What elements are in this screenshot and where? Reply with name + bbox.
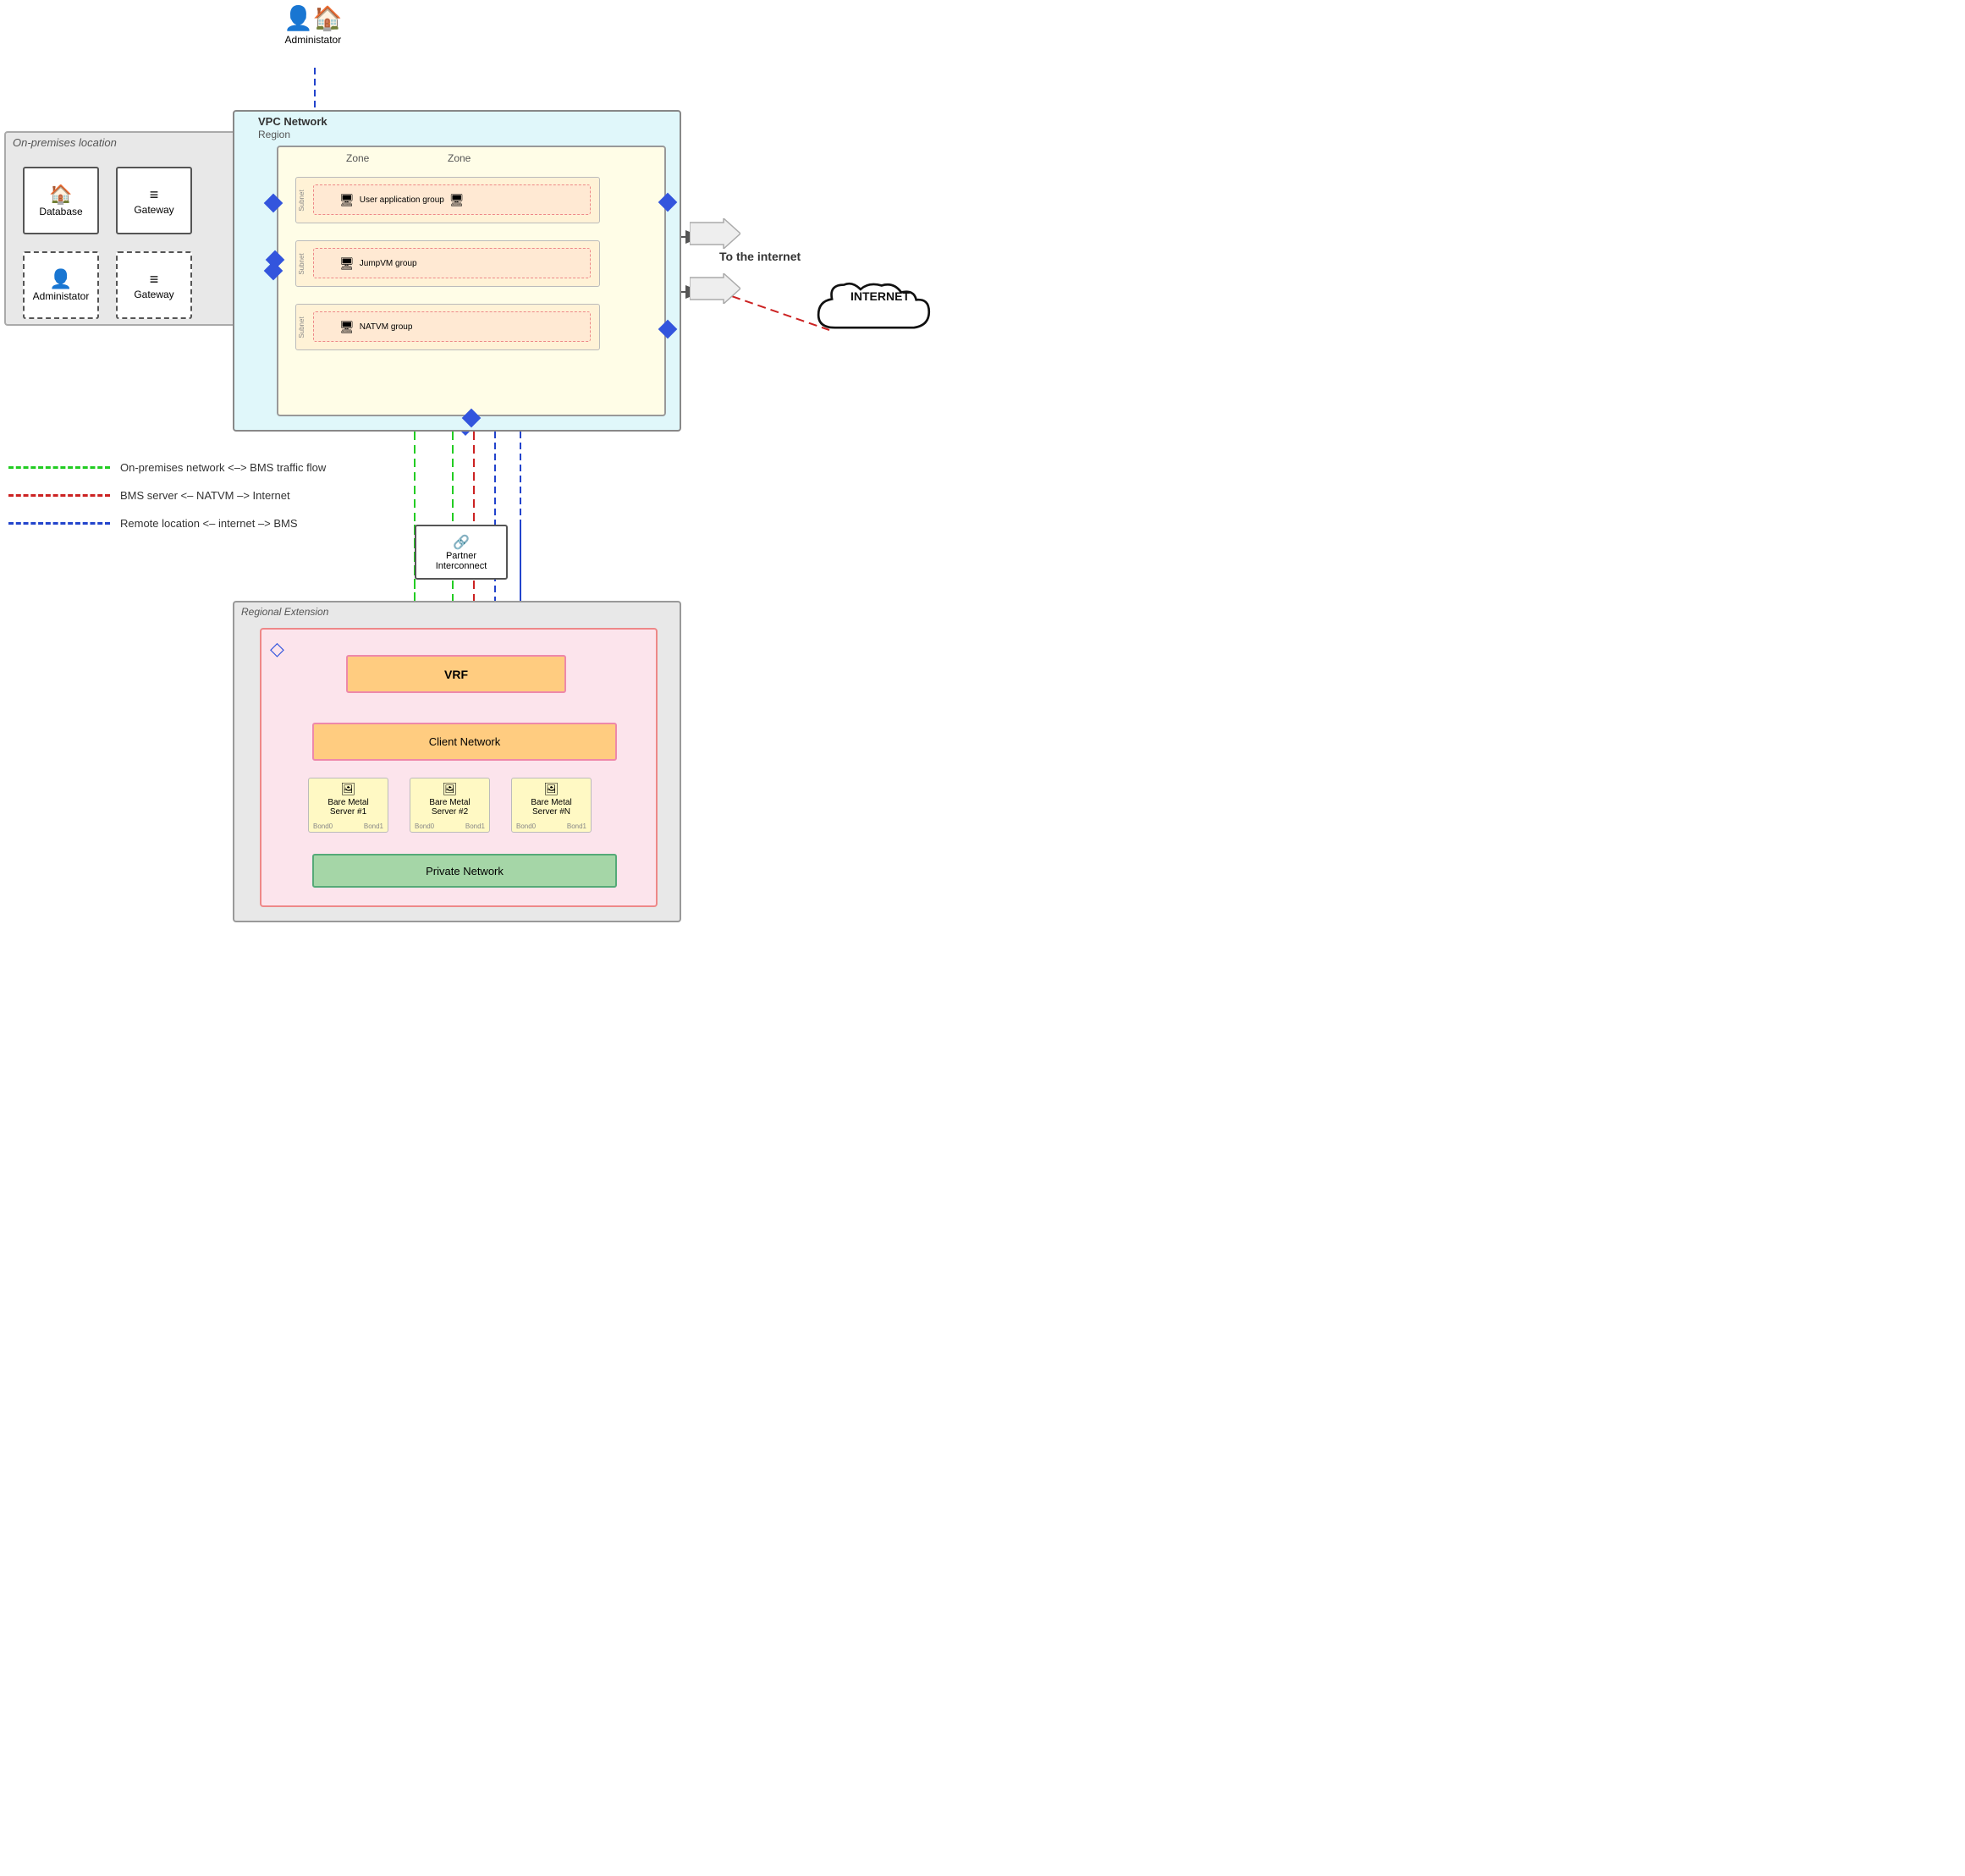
legend-green-line xyxy=(8,466,110,469)
bms2-label: Bare MetalServer #2 xyxy=(414,798,486,817)
bms2-bond1: Bond1 xyxy=(465,822,485,830)
vpc-label: VPC Network xyxy=(258,115,328,128)
legend-red-item: BMS server <– NATVM –> Internet xyxy=(8,489,326,502)
vrf-label: VRF xyxy=(444,668,468,681)
admin-box: 👤 Administator xyxy=(23,251,99,319)
vm-icon-1: 🖥 xyxy=(339,193,355,207)
region-box: Zone Zone Subnet 🖥 User application grou… xyxy=(277,146,666,416)
bmsN-box: 🖼 Bare MetalServer #N Bond0 Bond1 xyxy=(511,778,592,833)
client-network-label: Client Network xyxy=(429,735,501,748)
gateway1-label: Gateway xyxy=(134,204,173,216)
arrow-bottom-right xyxy=(690,273,740,308)
group3-label: NATVM group xyxy=(360,322,413,332)
subnet2-vertical-label: Subnet xyxy=(298,253,305,274)
partner-interconnect-box: 🔗 PartnerInterconnect xyxy=(415,525,508,580)
subnet3-box: Subnet 🖥 NATVM group xyxy=(295,304,600,350)
legend: On-premises network <–> BMS traffic flow… xyxy=(8,461,326,530)
subnet2-box: Subnet 🖥 JumpVM group xyxy=(295,240,600,287)
private-network-label: Private Network xyxy=(426,865,504,877)
arrow-top-right xyxy=(690,218,740,253)
bmsN-bond0: Bond0 xyxy=(516,822,536,830)
vm-icon-3: 🖥 xyxy=(339,256,355,271)
group1-label: User application group xyxy=(360,195,444,205)
database-box: 🏠 Database xyxy=(23,167,99,234)
vpc-box: VPC Network Region Zone Zone Subnet 🖥 Us… xyxy=(233,110,681,432)
partner-label: PartnerInterconnect xyxy=(436,551,487,571)
admin-top-label: Administator xyxy=(285,34,342,46)
client-network-box: Client Network xyxy=(312,723,617,761)
bmsN-bond1: Bond1 xyxy=(567,822,586,830)
internet-cloud-right: INTERNET xyxy=(812,271,948,347)
regional-box: Regional Extension ◇ VRF Client Network … xyxy=(233,601,681,922)
group1-box: 🖥 User application group 🖥 xyxy=(313,184,591,215)
regional-inner: ◇ VRF Client Network 🖼 Bare MetalServer … xyxy=(260,628,658,907)
legend-green-item: On-premises network <–> BMS traffic flow xyxy=(8,461,326,474)
subnet1-box: Subnet 🖥 User application group 🖥 xyxy=(295,177,600,223)
on-premises-label: On-premises location xyxy=(13,136,117,149)
subnet1-vertical-label: Subnet xyxy=(298,190,305,211)
junction-right-top xyxy=(658,193,678,212)
internet-right-label: INTERNET xyxy=(850,289,910,303)
bms1-bond1: Bond1 xyxy=(364,822,383,830)
on-premises-box: On-premises location 🏠 Database ≡ Gatewa… xyxy=(4,131,258,326)
vpc-sublabel: Region xyxy=(258,129,290,140)
junction-right-bottom xyxy=(658,320,678,339)
bms2-bond0: Bond0 xyxy=(415,822,434,830)
group2-box: 🖥 JumpVM group xyxy=(313,248,591,278)
admin-top-icon: 👤🏠 xyxy=(283,4,343,32)
group3-box: 🖥 NATVM group xyxy=(313,311,591,342)
legend-blue-label: Remote location <– internet –> BMS xyxy=(120,517,298,530)
partner-icon: 🔗 xyxy=(453,534,470,551)
zone2-label: Zone xyxy=(448,152,471,164)
database-label: Database xyxy=(39,206,82,217)
gateway1-box: ≡ Gateway xyxy=(116,167,192,234)
bms1-bond0: Bond0 xyxy=(313,822,333,830)
bms1-label: Bare MetalServer #1 xyxy=(312,798,384,817)
legend-blue-item: Remote location <– internet –> BMS xyxy=(8,517,326,530)
gateway1-icon: ≡ xyxy=(150,186,159,204)
zone1-label: Zone xyxy=(346,152,369,164)
bmsN-icon: 🖼 xyxy=(515,782,587,796)
admin-label: Administator xyxy=(33,290,90,302)
legend-red-label: BMS server <– NATVM –> Internet xyxy=(120,489,290,502)
group2-label: JumpVM group xyxy=(360,259,417,268)
to-internet-label: To the internet xyxy=(719,250,801,263)
legend-green-label: On-premises network <–> BMS traffic flow xyxy=(120,461,326,474)
database-icon: 🏠 xyxy=(49,184,72,206)
vm-icon-2: 🖥 xyxy=(449,193,465,207)
admin-top: 👤🏠 Administator xyxy=(283,4,343,46)
subnet3-vertical-label: Subnet xyxy=(298,316,305,338)
legend-red-line xyxy=(8,494,110,497)
bms1-icon: 🖼 xyxy=(312,782,384,796)
legend-blue-line xyxy=(8,522,110,525)
regional-label: Regional Extension xyxy=(241,606,328,618)
private-network-box: Private Network xyxy=(312,854,617,888)
bms2-box: 🖼 Bare MetalServer #2 Bond0 Bond1 xyxy=(410,778,490,833)
gateway2-icon: ≡ xyxy=(150,271,159,289)
bmsN-label: Bare MetalServer #N xyxy=(515,798,587,817)
vrf-box: VRF xyxy=(346,655,566,693)
gateway2-label: Gateway xyxy=(134,289,173,300)
vm-icon-4: 🖥 xyxy=(339,320,355,334)
junction-bottom xyxy=(462,409,482,428)
bms1-box: 🖼 Bare MetalServer #1 Bond0 Bond1 xyxy=(308,778,388,833)
regional-icon: ◇ xyxy=(270,638,284,660)
bms2-icon: 🖼 xyxy=(414,782,486,796)
admin-icon: 👤 xyxy=(49,268,72,290)
gateway2-box: ≡ Gateway xyxy=(116,251,192,319)
